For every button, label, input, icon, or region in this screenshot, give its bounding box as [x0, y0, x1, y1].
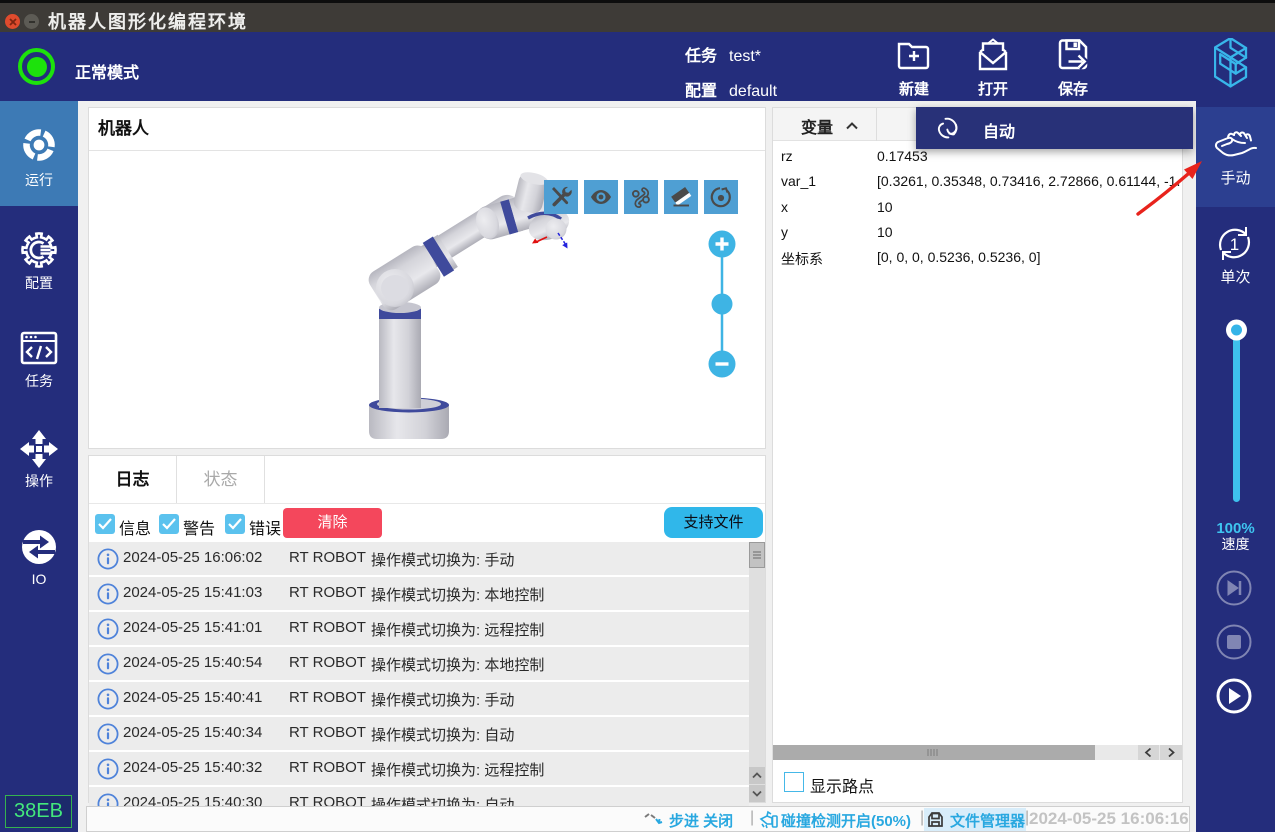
svg-text:1: 1: [1230, 235, 1239, 254]
